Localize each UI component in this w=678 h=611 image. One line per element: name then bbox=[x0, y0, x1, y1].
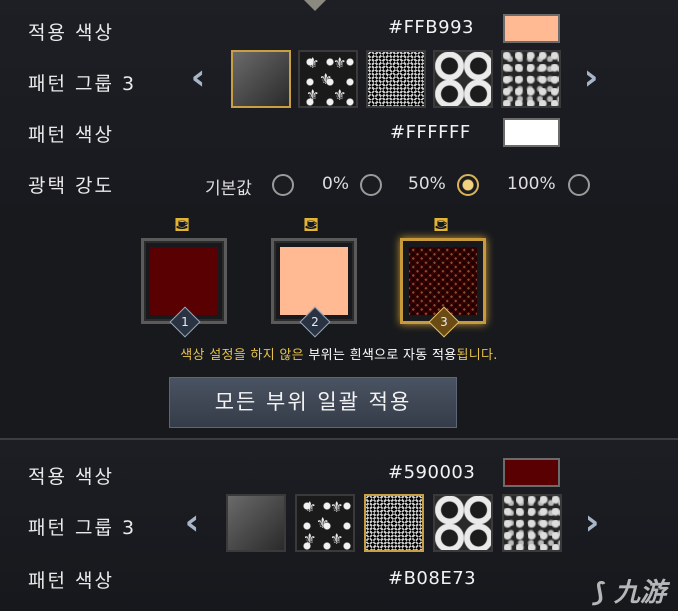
apply-color-hex: #FFB993 bbox=[388, 17, 474, 38]
gloss-option-100-radio[interactable] bbox=[568, 174, 590, 196]
paint-bucket-icon: ⛾ bbox=[302, 212, 320, 236]
fleur-icon: ⚜ bbox=[306, 54, 320, 72]
gloss-option-default-label: 기본값 bbox=[205, 179, 252, 199]
bottom-pattern-color-hex: #B08E73 bbox=[388, 568, 477, 589]
notice-part2: 부위는 bbox=[308, 348, 350, 363]
paint-bucket-icon: ⛾ bbox=[432, 212, 450, 236]
dye-slot-3-number: 3 bbox=[440, 315, 448, 329]
dye-slot-2-fill bbox=[280, 247, 348, 315]
gloss-option-0-label: 0% bbox=[322, 174, 349, 194]
pattern-damask[interactable] bbox=[366, 50, 426, 108]
pattern-fleur[interactable]: ⚜ ⚜ ⚜ ⚜ ⚜ bbox=[298, 50, 358, 108]
pattern-quatrefoil[interactable] bbox=[433, 50, 493, 108]
fleur-icon: ⚜ bbox=[316, 514, 330, 532]
bottom-pattern-group-label: 패턴 그룹 3 bbox=[28, 517, 137, 539]
pattern-solid[interactable] bbox=[231, 50, 291, 108]
gloss-option-50-radio[interactable] bbox=[457, 174, 479, 196]
bottom-pattern-color-label: 패턴 색상 bbox=[28, 570, 114, 592]
fleur-icon: ⚜ bbox=[319, 70, 333, 88]
pattern-group-label: 패턴 그룹 3 bbox=[28, 73, 137, 95]
apply-color-swatch[interactable] bbox=[503, 14, 560, 43]
dye-slot-1-number: 1 bbox=[181, 315, 189, 329]
pattern-swirl[interactable] bbox=[501, 50, 561, 108]
apply-color-label: 적용 색상 bbox=[28, 22, 114, 44]
gloss-option-50-label: 50% bbox=[408, 174, 446, 194]
pattern-color-hex: #FFFFFF bbox=[390, 122, 471, 143]
chevron-left-icon[interactable]: ‹ bbox=[180, 500, 204, 546]
fleur-icon: ⚜ bbox=[330, 498, 344, 516]
fleur-icon: ⚜ bbox=[333, 86, 347, 104]
dye-slot-1[interactable]: 1 bbox=[141, 238, 227, 338]
pattern-color-label: 패턴 색상 bbox=[28, 124, 114, 146]
notice-part3: 흰색으로 자동 적용 bbox=[349, 348, 457, 363]
gloss-option-0-radio[interactable] bbox=[360, 174, 382, 196]
bottom-pattern-swirl[interactable] bbox=[502, 494, 562, 552]
bottom-pattern-quatrefoil[interactable] bbox=[433, 494, 493, 552]
bottom-pattern-solid[interactable] bbox=[226, 494, 286, 552]
fleur-icon: ⚜ bbox=[303, 498, 317, 516]
dye-slot-2[interactable]: 2 bbox=[271, 238, 357, 338]
dye-slot-3[interactable]: 3 bbox=[400, 238, 486, 338]
gloss-option-100-label: 100% bbox=[507, 174, 556, 194]
bottom-apply-color-label: 적용 색상 bbox=[28, 466, 114, 488]
apply-all-parts-button[interactable]: 모든 부위 일괄 적용 bbox=[169, 377, 457, 428]
fleur-icon: ⚜ bbox=[330, 530, 344, 548]
chevron-right-icon[interactable]: › bbox=[579, 55, 603, 101]
paint-bucket-icon: ⛾ bbox=[173, 212, 191, 236]
watermark-text: 九游 bbox=[613, 578, 666, 608]
notice-part4: 됩니다. bbox=[456, 348, 498, 363]
notice-part1: 색상 설정을 하지 않은 bbox=[180, 348, 309, 363]
bottom-apply-color-swatch[interactable] bbox=[503, 458, 560, 487]
dye-slot-3-fill bbox=[409, 247, 477, 315]
watermark-logo: ⟆ 九游 bbox=[593, 578, 666, 608]
dye-slot-1-fill bbox=[150, 247, 218, 315]
chevron-left-icon[interactable]: ‹ bbox=[186, 55, 210, 101]
gloss-label: 광택 강도 bbox=[28, 175, 114, 197]
bottom-pattern-damask[interactable] bbox=[364, 494, 424, 552]
auto-white-notice: 색상 설정을 하지 않은 부위는 흰색으로 자동 적용됩니다. bbox=[0, 344, 678, 363]
fleur-icon: ⚜ bbox=[306, 86, 320, 104]
bottom-pattern-fleur[interactable]: ⚜ ⚜ ⚜ ⚜ ⚜ bbox=[295, 494, 355, 552]
pattern-color-swatch[interactable] bbox=[503, 118, 560, 147]
chevron-right-icon[interactable]: › bbox=[580, 500, 604, 546]
bottom-apply-color-hex: #590003 bbox=[388, 462, 476, 483]
dye-slot-2-number: 2 bbox=[311, 315, 319, 329]
fleur-icon: ⚜ bbox=[303, 530, 317, 548]
gloss-option-default-radio[interactable] bbox=[272, 174, 294, 196]
fleur-icon: ⚜ bbox=[333, 54, 347, 72]
